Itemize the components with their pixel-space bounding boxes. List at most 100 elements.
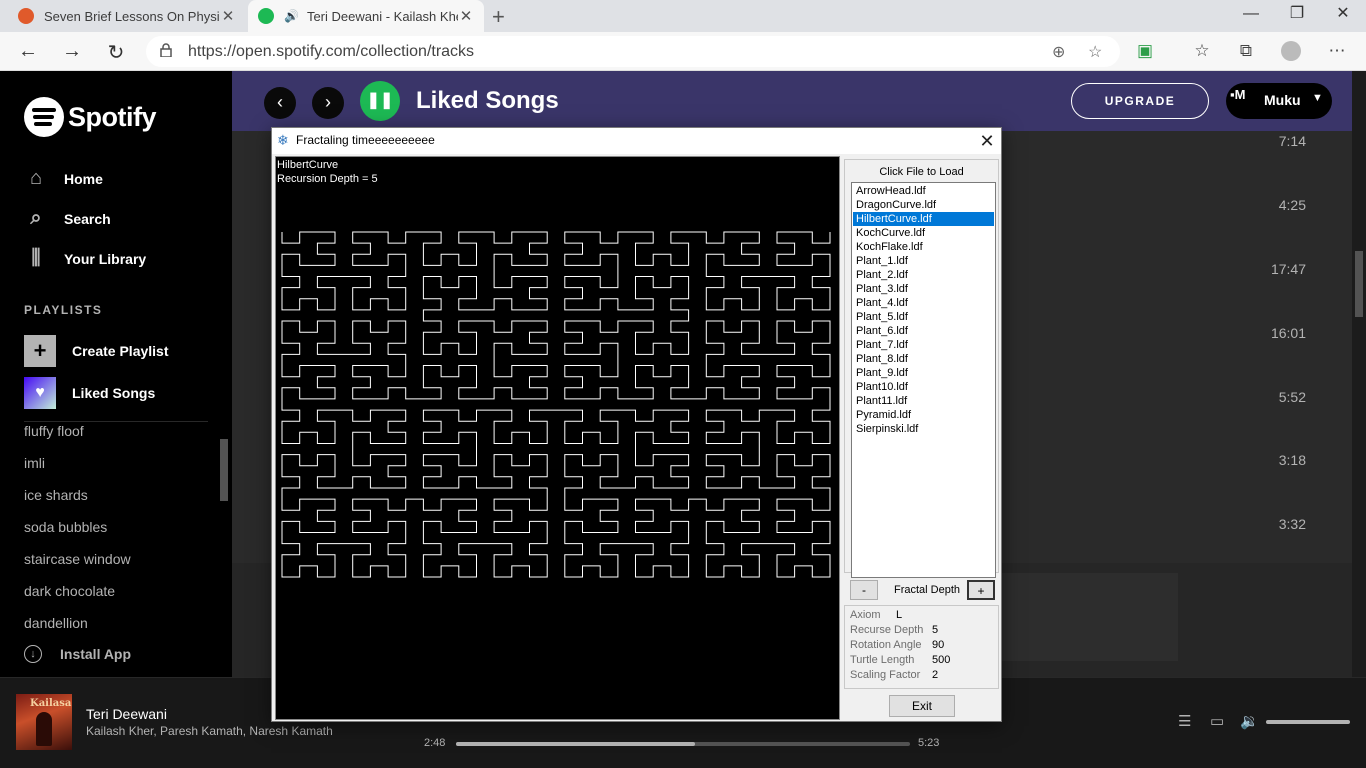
back-icon[interactable]: ←	[16, 40, 40, 63]
forward-icon[interactable]: →	[60, 40, 84, 63]
sidebar-item-label: Search	[64, 211, 111, 227]
close-tab-icon[interactable]: ✕	[458, 7, 474, 25]
decrease-depth-button[interactable]: -	[850, 580, 878, 600]
fractal-canvas: HilbertCurve Recursion Depth = 5	[275, 156, 840, 720]
plus-icon: +	[24, 335, 56, 367]
playlist-item[interactable]: ice shards	[24, 487, 88, 503]
param-value: 90	[932, 639, 945, 651]
search-icon: ⌕	[30, 207, 42, 229]
favorite-star-icon[interactable]: ☆	[1088, 42, 1102, 62]
playlist-item[interactable]: soda bubbles	[24, 519, 107, 535]
sidebar-item-library[interactable]: ⫼ Your Library	[24, 247, 146, 271]
file-list-item[interactable]: Plant_1.ldf	[853, 254, 994, 268]
track-duration: 3:32	[1278, 516, 1306, 532]
file-list-item[interactable]: KochCurve.ldf	[853, 226, 994, 240]
file-list-item[interactable]: Plant_7.ldf	[853, 338, 994, 352]
install-app-button[interactable]: ↓ Install App	[24, 645, 131, 663]
speaker-icon[interactable]: 🔊	[284, 9, 299, 23]
param-label: Turtle Length	[850, 654, 915, 666]
devices-icon[interactable]: ▭	[1210, 712, 1224, 730]
file-list-item[interactable]: Plant_2.ldf	[853, 268, 994, 282]
liked-songs-button[interactable]: ♥ Liked Songs	[24, 377, 155, 409]
increase-depth-button[interactable]: +	[967, 580, 995, 600]
file-list-item[interactable]: Plant_8.ldf	[853, 352, 994, 366]
sidebar-scrollbar[interactable]	[220, 439, 228, 501]
param-value: 2	[932, 669, 939, 681]
parameters-panel: Axiom L Recurse Depth 5 Rotation Angle 9…	[844, 605, 999, 689]
volume-slider[interactable]	[1266, 720, 1350, 724]
curve-name-label: HilbertCurve	[277, 159, 339, 171]
download-icon: ↓	[24, 645, 42, 663]
browser-tab-spotify[interactable]: 🔊 Teri Deewani - Kailash Kher, ✕	[248, 0, 484, 32]
track-duration: 3:18	[1278, 452, 1306, 468]
playlist-item[interactable]: staircase window	[24, 551, 131, 567]
file-list-item[interactable]: Plant_6.ldf	[853, 324, 994, 338]
file-list-item[interactable]: ArrowHead.ldf	[853, 184, 994, 198]
dialog-title: Fractaling timeeeeeeeeee	[296, 133, 435, 147]
track-duration: 17:47	[1270, 261, 1306, 277]
url-field[interactable]: https://open.spotify.com/collection/trac…	[146, 36, 1120, 67]
create-playlist-button[interactable]: + Create Playlist	[24, 335, 169, 367]
history-forward-button[interactable]: ›	[312, 87, 344, 119]
file-list-item[interactable]: Plant11.ldf	[853, 394, 994, 408]
queue-icon[interactable]: ☰	[1178, 712, 1191, 730]
file-list-item[interactable]: Plant_3.ldf	[853, 282, 994, 296]
track-duration: 7:14	[1278, 133, 1306, 149]
file-list-item[interactable]: KochFlake.ldf	[853, 240, 994, 254]
close-window-icon[interactable]: ✕	[1320, 0, 1366, 30]
volume-icon[interactable]: 🔉	[1240, 712, 1259, 730]
extension-icon[interactable]: ▣	[1134, 41, 1156, 61]
minimize-icon[interactable]: —	[1228, 0, 1274, 30]
playlist-item[interactable]: imli	[24, 455, 45, 471]
avatar: ▪M	[1230, 87, 1246, 102]
param-value: 500	[932, 654, 951, 666]
file-list-item[interactable]: Plant_4.ldf	[853, 296, 994, 310]
lock-icon	[160, 43, 172, 57]
favorites-icon[interactable]: ☆	[1191, 41, 1213, 61]
spotify-logo[interactable]: Spotify	[24, 97, 157, 137]
main-scrollbar[interactable]	[1352, 71, 1366, 677]
file-list-item[interactable]: Plant10.ldf	[853, 380, 994, 394]
dialog-title-bar[interactable]: ❄ Fractaling timeeeeeeeeee ✕	[272, 128, 1001, 154]
dialog-close-icon[interactable]: ✕	[974, 128, 1000, 154]
file-listbox[interactable]: ArrowHead.ldf DragonCurve.ldf HilbertCurve…	[851, 182, 996, 578]
song-artists[interactable]: Kailash Kher, Paresh Kamath, Naresh Kama…	[86, 724, 333, 738]
playlist-item[interactable]: fluffy floof	[24, 423, 84, 439]
spotify-logo-text: Spotify	[68, 101, 157, 132]
pause-button[interactable]: ❚❚	[360, 81, 400, 121]
liked-songs-label: Liked Songs	[72, 385, 156, 401]
profile-icon[interactable]	[1280, 41, 1302, 66]
upgrade-button[interactable]: UPGRADE	[1071, 83, 1209, 119]
restore-icon[interactable]: ❐	[1274, 0, 1320, 30]
playlist-item[interactable]: dark chocolate	[24, 583, 115, 599]
sidebar-item-home[interactable]: ⌂ Home	[24, 167, 103, 191]
playlist-item[interactable]: dandellion	[24, 615, 88, 631]
file-list-item[interactable]: Pyramid.ldf	[853, 408, 994, 422]
new-tab-icon[interactable]: +	[492, 4, 505, 30]
param-label: Rotation Angle	[850, 639, 922, 651]
close-tab-icon[interactable]: ✕	[220, 7, 236, 25]
spotify-sidebar: Spotify ⌂ Home ⌕ Search ⫼ Your Library P…	[0, 71, 232, 677]
browser-tab-physics[interactable]: Seven Brief Lessons On Physics - ✕	[8, 0, 246, 32]
album-art[interactable]: Kailasa	[16, 694, 72, 750]
exit-button[interactable]: Exit	[889, 695, 955, 717]
file-list-item[interactable]: DragonCurve.ldf	[853, 198, 994, 212]
refresh-icon[interactable]: ↻	[104, 40, 128, 65]
progress-bar[interactable]	[456, 742, 910, 746]
page-title: Liked Songs	[416, 87, 559, 114]
more-menu-icon[interactable]: ⋯	[1326, 41, 1348, 61]
file-list-item[interactable]: Sierpinski.ldf	[853, 422, 994, 436]
file-list-item[interactable]: HilbertCurve.ldf	[853, 212, 994, 226]
history-back-button[interactable]: ‹	[264, 87, 296, 119]
file-list-item[interactable]: Plant_5.ldf	[853, 310, 994, 324]
sidebar-divider	[24, 421, 208, 422]
add-site-icon[interactable]: ⊕	[1052, 42, 1065, 62]
file-list-item[interactable]: Plant_9.ldf	[853, 366, 994, 380]
sidebar-item-search[interactable]: ⌕ Search	[24, 207, 111, 231]
user-menu-button[interactable]: ▪M Muku ▼	[1226, 83, 1332, 119]
param-value: 5	[932, 624, 939, 636]
song-title[interactable]: Teri Deewani	[86, 706, 167, 722]
address-bar-row: ← → ↻ https://open.spotify.com/collectio…	[0, 32, 1366, 71]
collections-icon[interactable]: ⧉	[1235, 41, 1257, 61]
caret-down-icon: ▼	[1312, 92, 1323, 104]
